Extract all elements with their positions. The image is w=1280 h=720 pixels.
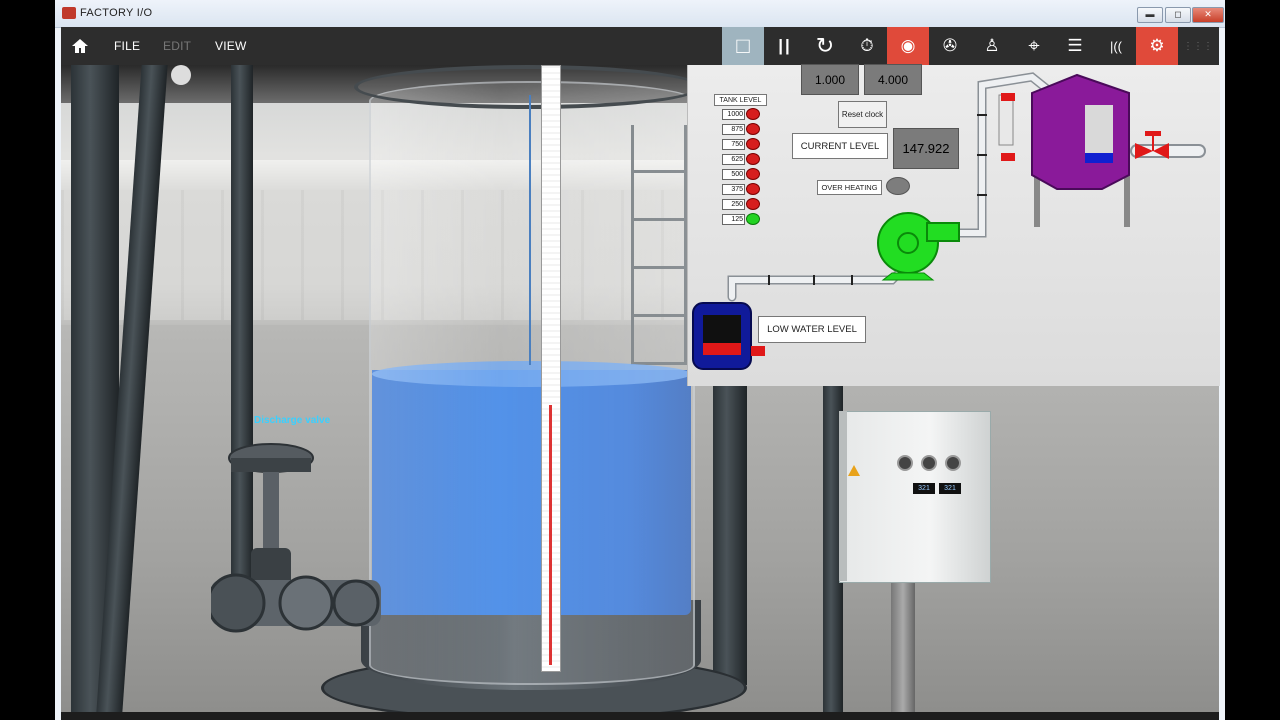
stop-icon: □ bbox=[736, 33, 750, 58]
sensor-button[interactable]: |(( bbox=[1095, 27, 1137, 65]
reservoir-tank bbox=[692, 302, 765, 370]
heating-tank bbox=[998, 73, 1130, 227]
target-button[interactable]: ⌖ bbox=[1013, 27, 1055, 65]
title-bar[interactable] bbox=[55, 0, 1225, 28]
reset-button[interactable]: ↻ bbox=[804, 27, 846, 65]
menu-file[interactable]: FILE bbox=[114, 39, 140, 53]
close-button[interactable]: ✕ bbox=[1192, 7, 1224, 23]
cabinet-button-1[interactable] bbox=[897, 455, 913, 471]
drivers-icon: ◉ bbox=[900, 36, 916, 55]
gears-icon: ⚙ bbox=[1149, 36, 1165, 55]
cabinet-display-1: 321 bbox=[913, 483, 935, 494]
warning-icon bbox=[848, 465, 860, 476]
stop-button[interactable]: □ bbox=[722, 27, 764, 65]
discharge-valve-label: Discharge valve bbox=[254, 415, 331, 426]
list-icon: ☰ bbox=[1067, 36, 1083, 55]
pause-button[interactable]: || bbox=[764, 27, 806, 65]
low-water-level-label: LOW WATER LEVEL bbox=[758, 316, 866, 343]
settings-button[interactable]: ⚙ bbox=[1136, 27, 1178, 65]
pipe-joints bbox=[768, 114, 987, 285]
drivers-button[interactable]: ◉ bbox=[887, 27, 929, 65]
menu-view[interactable]: VIEW bbox=[215, 39, 246, 53]
cabinet-button-2[interactable] bbox=[921, 455, 937, 471]
sensor-icon: |(( bbox=[1109, 38, 1123, 54]
level-gauge-indicator bbox=[549, 405, 552, 665]
tank-top-rim bbox=[354, 65, 702, 109]
person-icon: ♙ bbox=[984, 36, 1000, 55]
tank-glass bbox=[369, 81, 695, 685]
timer-icon: ⏱ bbox=[860, 36, 874, 55]
fan-icon: ✇ bbox=[942, 36, 958, 55]
factory-io-logo-icon bbox=[62, 7, 76, 19]
control-cabinet bbox=[839, 411, 991, 583]
target-icon: ⌖ bbox=[1028, 34, 1040, 57]
timer-button[interactable]: ⏱ bbox=[846, 27, 888, 65]
pump bbox=[877, 212, 960, 281]
level-probe bbox=[529, 95, 531, 365]
discharge-valve[interactable] bbox=[211, 440, 391, 660]
grid-icon: ⋮⋮⋮ bbox=[1183, 40, 1213, 52]
window-title: FACTORY I/O bbox=[80, 7, 153, 19]
cabinet-post bbox=[891, 581, 915, 712]
menu-edit[interactable]: EDIT bbox=[163, 39, 191, 53]
fan-button[interactable]: ✇ bbox=[929, 27, 971, 65]
home-icon bbox=[72, 39, 88, 53]
frame-beam-right bbox=[713, 385, 747, 685]
first-person-button[interactable]: ♙ bbox=[971, 27, 1013, 65]
maximize-button[interactable]: ◻ bbox=[1165, 7, 1191, 23]
cabinet-display-2: 321 bbox=[939, 483, 961, 494]
cabinet-button-3[interactable] bbox=[945, 455, 961, 471]
pause-icon: || bbox=[778, 36, 792, 55]
bottom-status-bar bbox=[61, 712, 1219, 720]
minimize-button[interactable]: ▬ bbox=[1137, 7, 1163, 23]
grid-button[interactable]: ⋮⋮⋮ bbox=[1177, 27, 1219, 65]
reset-icon: ↻ bbox=[815, 33, 835, 58]
cabinet-side bbox=[839, 411, 847, 581]
home-button[interactable] bbox=[70, 37, 90, 55]
ceiling-lamp bbox=[171, 65, 191, 85]
tag-list-button[interactable]: ☰ bbox=[1054, 27, 1096, 65]
